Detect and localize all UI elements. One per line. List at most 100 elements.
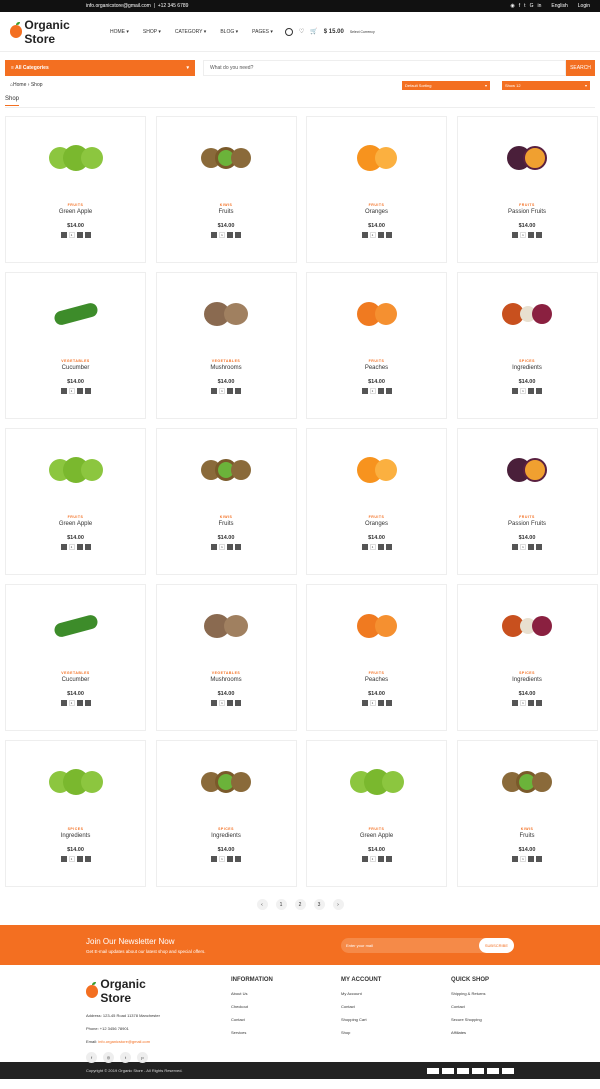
product-card[interactable]: SPICES Ingredients $14.00 1 [456,584,598,731]
product-card[interactable]: FRUITS Green Apple $14.00 1 [306,740,447,887]
heart-icon[interactable]: ♡ [299,28,304,35]
breadcrumb-home[interactable]: Home [13,82,26,88]
quantity-input[interactable]: 1 [520,856,526,862]
product-name[interactable]: Green Apple [59,521,92,527]
minus-button[interactable] [60,232,67,238]
product-image[interactable] [307,741,446,823]
quantity-input[interactable]: 1 [68,856,75,862]
quantity-input[interactable]: 1 [369,856,376,862]
product-image[interactable] [458,741,597,823]
quantity-input[interactable]: 1 [219,544,225,550]
minus-button[interactable] [361,232,368,238]
footer-link[interactable]: My Account [341,991,451,996]
add-to-cart-button[interactable] [536,544,542,550]
add-to-cart-button[interactable] [385,232,392,238]
footer-link[interactable]: About Us [231,991,341,996]
product-card[interactable]: SPICES Ingredients $14.00 1 [456,272,598,419]
nav-category[interactable]: CATEGORY [175,29,206,35]
add-to-cart-button[interactable] [536,856,542,862]
quantity-input[interactable]: 1 [520,232,526,238]
product-name[interactable]: Mushrooms [210,365,241,371]
product-image[interactable] [157,429,296,511]
all-categories-dropdown[interactable]: ≡ All Categories ▾ [5,60,195,76]
product-card[interactable]: VEGETABLES Cucumber $14.00 1 [5,584,146,731]
product-card[interactable]: SPICES Ingredients $14.00 1 [155,740,297,887]
product-image[interactable] [458,117,597,199]
plus-button[interactable] [377,544,384,550]
plus-button[interactable] [227,856,233,862]
footer-link[interactable]: Services [231,1030,341,1035]
plus-button[interactable] [227,388,233,394]
subscribe-button[interactable]: SUBSCRIBE [478,937,514,953]
minus-button[interactable] [211,232,217,238]
footer-link[interactable]: Secure Shopping [451,1017,561,1022]
product-image[interactable] [157,117,296,199]
quantity-input[interactable]: 1 [369,544,376,550]
prev-page[interactable]: ‹ [256,899,268,910]
add-to-cart-button[interactable] [84,232,91,238]
quantity-input[interactable]: 1 [520,700,526,706]
nav-home[interactable]: HOME [110,29,129,35]
plus-button[interactable] [227,232,233,238]
plus-button[interactable] [76,856,83,862]
newsletter-email-input[interactable]: Enter your mail [346,943,373,948]
language-select[interactable]: English [551,3,567,9]
search-input[interactable]: What do you need? [203,60,566,76]
quantity-input[interactable]: 1 [520,544,526,550]
product-image[interactable] [157,585,296,667]
plus-button[interactable] [377,700,384,706]
quantity-input[interactable]: 1 [68,388,75,394]
product-name[interactable]: Fruits [520,833,535,839]
search-button[interactable]: SEARCH [566,60,595,76]
product-card[interactable]: VEGETABLES Mushrooms $14.00 1 [155,272,297,419]
product-name[interactable]: Fruits [219,521,234,527]
quantity-input[interactable]: 1 [219,700,225,706]
product-image[interactable] [458,273,597,355]
product-card[interactable]: FRUITS Green Apple $14.00 1 [5,428,146,575]
footer-link[interactable]: Shopping Cart [341,1017,451,1022]
add-to-cart-button[interactable] [235,232,241,238]
product-image[interactable] [6,741,145,823]
product-card[interactable]: FRUITS Passion Fruits $14.00 1 [456,428,598,575]
product-name[interactable]: Passion Fruits [508,521,546,527]
facebook-icon[interactable]: f [519,3,520,9]
product-name[interactable]: Cucumber [62,677,90,683]
plus-button[interactable] [528,544,534,550]
minus-button[interactable] [211,388,217,394]
footer-link[interactable]: Contact [231,1017,341,1022]
twitter-icon[interactable]: t [120,1052,131,1063]
product-image[interactable] [458,585,597,667]
add-to-cart-button[interactable] [235,544,241,550]
product-card[interactable]: VEGETABLES Mushrooms $14.00 1 [155,584,297,731]
minus-button[interactable] [361,388,368,394]
product-name[interactable]: Oranges [365,209,388,215]
footer-link[interactable]: Contact [341,1004,451,1009]
plus-button[interactable] [528,388,534,394]
logo[interactable]: Organic Store [10,18,100,46]
footer-link[interactable]: Affiliates [451,1030,561,1035]
product-image[interactable] [6,429,145,511]
minus-button[interactable] [60,700,67,706]
minus-button[interactable] [361,700,368,706]
minus-button[interactable] [60,544,67,550]
quantity-input[interactable]: 1 [369,388,376,394]
quantity-input[interactable]: 1 [369,232,376,238]
footer-link[interactable]: Checkout [231,1004,341,1009]
product-card[interactable]: FRUITS Peaches $14.00 1 [306,272,447,419]
quantity-input[interactable]: 1 [68,700,75,706]
product-name[interactable]: Green Apple [59,209,92,215]
rss-icon[interactable]: ◉ [510,3,514,9]
page-2[interactable]: 2 [294,899,306,910]
login-link[interactable]: Login [578,3,590,9]
plus-button[interactable] [227,700,233,706]
footer-email[interactable]: info.organicstore@gmail.com [98,1039,150,1044]
product-name[interactable]: Fruits [219,209,234,215]
page-1[interactable]: 1 [275,899,287,910]
add-to-cart-button[interactable] [385,544,392,550]
plus-button[interactable] [377,232,384,238]
product-image[interactable] [157,273,296,355]
product-image[interactable] [6,117,145,199]
footer-logo[interactable]: Organic Store [86,977,176,1005]
footer-link[interactable]: Shipping & Returns [451,991,561,996]
add-to-cart-button[interactable] [235,388,241,394]
